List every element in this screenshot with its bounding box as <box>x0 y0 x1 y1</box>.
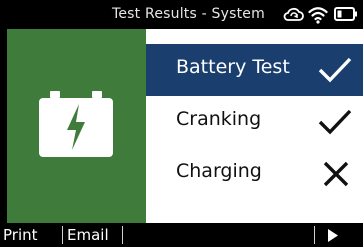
softkey-divider <box>122 226 123 244</box>
softkey-divider <box>62 226 63 244</box>
wifi-icon <box>308 6 328 24</box>
email-button[interactable]: Email <box>64 223 120 247</box>
status-bar: Test Results - System <box>0 0 363 29</box>
battery-summary-panel <box>7 29 146 223</box>
print-button[interactable]: Print <box>0 223 60 247</box>
result-row-battery-test[interactable]: Battery Test <box>146 44 363 96</box>
result-row-charging[interactable]: Charging <box>146 148 363 200</box>
battery-level-icon <box>334 6 358 22</box>
result-label: Cranking <box>176 108 262 130</box>
test-results-screen: Test Results - System Battery Test Crank… <box>0 0 363 247</box>
check-icon <box>317 56 353 84</box>
softkey-divider <box>314 226 315 244</box>
cloud-sync-icon <box>283 6 305 24</box>
result-row-cranking[interactable]: Cranking <box>146 96 363 148</box>
screen-title: Test Results - System <box>112 6 265 22</box>
result-label: Charging <box>176 160 262 182</box>
test-results-list: Battery Test Cranking Charging <box>146 29 363 223</box>
battery-charge-icon <box>35 91 117 161</box>
x-icon <box>321 160 351 188</box>
play-arrow-icon[interactable] <box>327 229 339 242</box>
softkey-bar: Print Email <box>0 223 363 247</box>
result-label: Battery Test <box>176 56 290 78</box>
check-icon <box>317 108 353 136</box>
